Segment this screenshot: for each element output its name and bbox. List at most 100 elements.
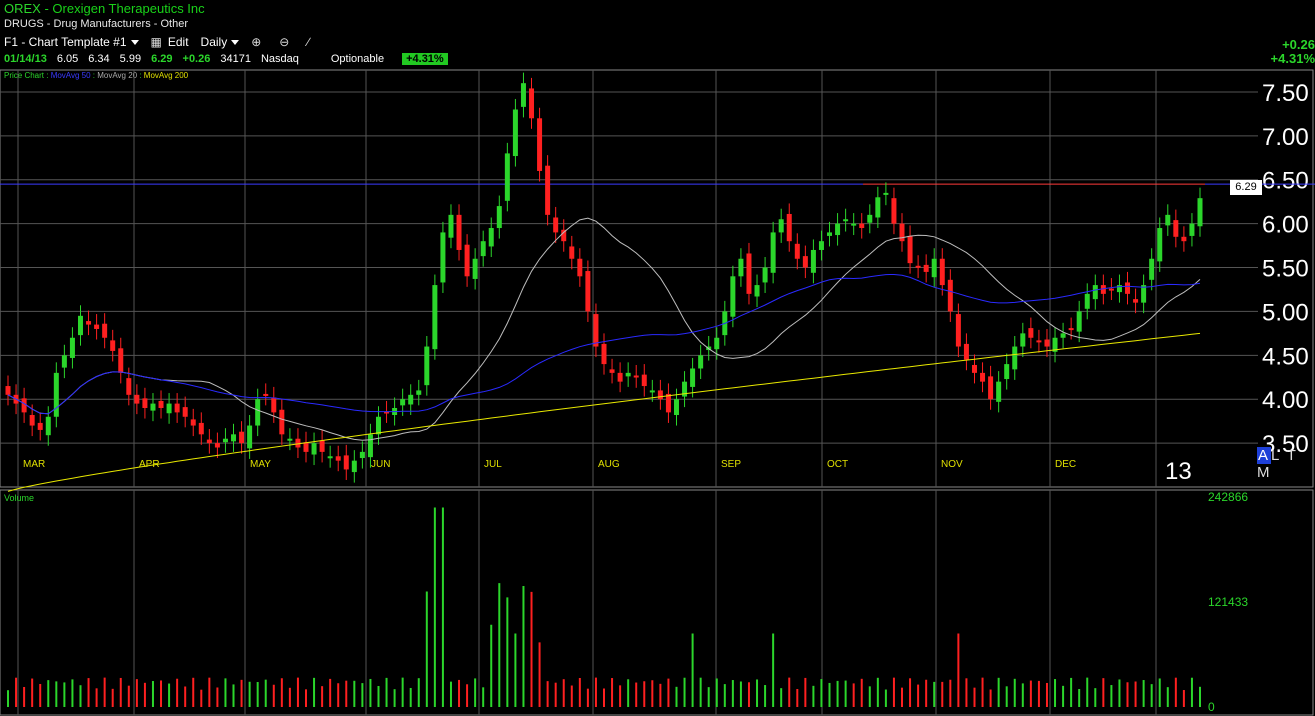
candle-up (150, 403, 156, 411)
y-tick-label: 7.00 (1262, 124, 1309, 151)
candle-down (665, 393, 671, 413)
candle-up (698, 355, 704, 369)
candle-up (231, 434, 237, 442)
candle-up (931, 258, 937, 278)
candle-up (835, 223, 841, 236)
candle-up (778, 219, 784, 233)
candle-up (810, 249, 816, 273)
candle-down (891, 198, 897, 224)
candle-up (287, 438, 293, 441)
x-month-label: MAR (23, 459, 45, 470)
candle-down (617, 372, 623, 382)
candle-up (416, 390, 422, 395)
candle-down (190, 419, 196, 426)
candle-up (673, 399, 679, 416)
candle-up (512, 109, 518, 157)
candle-up (472, 258, 478, 279)
candle-down (335, 456, 341, 461)
candle-up (649, 390, 655, 393)
candle-down (955, 314, 961, 347)
candle-down (1133, 299, 1139, 303)
candle-up (440, 232, 446, 283)
candle-down (158, 400, 164, 408)
candle-up (818, 241, 824, 250)
last-price-tag: 6.29 (1230, 180, 1262, 195)
candle-down (263, 393, 269, 396)
candle-up (1189, 223, 1195, 236)
candle-up (1197, 198, 1203, 227)
price-volume-chart[interactable]: 7.507.006.506.005.505.004.504.003.50MAR A… (0, 0, 1315, 716)
candle-down (134, 394, 140, 404)
candle-down (585, 271, 591, 312)
candle-down (746, 253, 752, 294)
candle-down (1173, 220, 1179, 237)
candle-up (690, 368, 696, 387)
candle-down (593, 314, 599, 347)
candle-down (971, 364, 977, 373)
candle-down (980, 372, 986, 382)
candle-up (875, 197, 881, 218)
candle-up (351, 460, 357, 473)
candle-down (456, 214, 462, 250)
x-month-label: AUG (598, 459, 620, 470)
candle-down (1068, 328, 1074, 331)
timeframe-selector[interactable]: AL T M (1257, 447, 1315, 481)
candle-up (1165, 214, 1171, 226)
candle-up (424, 346, 430, 386)
candle-down (86, 321, 92, 325)
candle-up (69, 337, 75, 358)
candle-down (94, 324, 100, 329)
candle-down (1125, 282, 1131, 294)
candle-down (319, 440, 325, 452)
candle-down (577, 258, 583, 277)
candle-down (343, 455, 349, 470)
candle-down (609, 369, 615, 373)
candle-up (1004, 364, 1010, 380)
candle-down (641, 374, 647, 387)
timeframe-a[interactable]: A (1257, 447, 1272, 464)
candle-up (754, 285, 760, 297)
candle-up (488, 228, 494, 247)
candle-down (794, 243, 800, 259)
candle-down (174, 403, 180, 413)
candle-up (77, 315, 83, 336)
timeframe-t[interactable]: T (1287, 447, 1298, 464)
candle-down (118, 348, 124, 373)
candle-down (102, 323, 108, 338)
volume-tick-label: 242866 (1208, 490, 1248, 504)
volume-panel-frame (0, 489, 1314, 716)
candle-down (1108, 288, 1114, 291)
x-month-label: JUN (371, 459, 390, 470)
candle-up (714, 337, 720, 350)
candle-up (827, 232, 833, 236)
year-label: 13 (1165, 458, 1192, 485)
x-month-label: OCT (827, 459, 848, 470)
candle-down (1044, 339, 1050, 347)
candle-up (520, 83, 526, 107)
candle-down (279, 409, 285, 435)
candle-up (867, 214, 873, 223)
candle-down (5, 386, 11, 395)
candle-down (239, 431, 245, 444)
x-month-label: NOV (941, 459, 963, 470)
candle-down (214, 443, 220, 448)
candle-up (247, 425, 253, 449)
timeframe-m[interactable]: M (1257, 464, 1272, 481)
candle-down (907, 235, 913, 264)
candle-up (53, 372, 59, 417)
candle-down (537, 118, 543, 171)
y-tick-label: 4.50 (1262, 343, 1309, 370)
candle-up (367, 434, 373, 458)
ma20-line (7, 217, 1201, 441)
candle-down (1036, 340, 1042, 343)
timeframe-l[interactable]: L (1271, 447, 1281, 464)
candle-up (843, 219, 849, 222)
candle-up (400, 399, 406, 406)
candle-up (45, 416, 51, 436)
candle-up (255, 399, 261, 426)
candle-down (464, 244, 470, 277)
candle-down (963, 343, 969, 360)
candle-up (408, 394, 414, 405)
x-month-label: SEP (721, 459, 741, 470)
candle-up (1149, 258, 1155, 280)
